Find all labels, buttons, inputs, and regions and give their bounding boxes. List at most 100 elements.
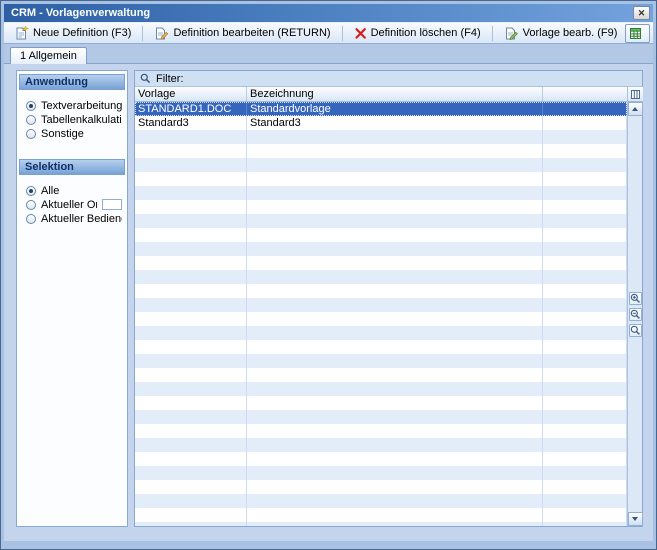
- radio-option[interactable]: Aktueller Ordner: [26, 198, 122, 211]
- radio-button-icon[interactable]: [26, 115, 36, 125]
- cell: [543, 452, 627, 466]
- radio-option[interactable]: Aktueller Bediener: [26, 212, 122, 225]
- grid-body: STANDARD1.DOCStandardvorlageStandard3Sta…: [135, 102, 627, 526]
- table-row-empty[interactable]: [135, 382, 627, 396]
- table-row-empty[interactable]: [135, 424, 627, 438]
- radio-button-icon[interactable]: [26, 214, 36, 224]
- zoom-out-button[interactable]: [629, 308, 642, 321]
- zoom-in-button[interactable]: [629, 292, 642, 305]
- table-row-empty[interactable]: [135, 466, 627, 480]
- cell: [135, 480, 247, 494]
- table-row-empty[interactable]: [135, 452, 627, 466]
- radio-button-icon[interactable]: [26, 129, 36, 139]
- table-row-empty[interactable]: [135, 340, 627, 354]
- close-icon: ✕: [638, 9, 646, 18]
- table-row-empty[interactable]: [135, 480, 627, 494]
- cell: [135, 382, 247, 396]
- column-chooser-button[interactable]: [628, 87, 643, 102]
- table-row-empty[interactable]: [135, 144, 627, 158]
- filter-label: Filter:: [156, 73, 184, 85]
- cell: [135, 172, 247, 186]
- table-row-empty[interactable]: [135, 200, 627, 214]
- radio-label: Sonstige: [41, 128, 84, 140]
- column-header-bezeichnung[interactable]: Bezeichnung: [247, 87, 543, 101]
- table-row[interactable]: STANDARD1.DOCStandardvorlage: [135, 102, 627, 116]
- table-row-empty[interactable]: [135, 494, 627, 508]
- table-row-empty[interactable]: [135, 326, 627, 340]
- group-header-anwendung: Anwendung: [19, 74, 125, 90]
- column-header-vorlage[interactable]: Vorlage: [135, 87, 247, 101]
- radio-option[interactable]: Textverarbeitung: [26, 99, 122, 112]
- cell: [135, 158, 247, 172]
- edit-definition-icon: [154, 26, 169, 41]
- cell: [135, 424, 247, 438]
- scrollbar-track[interactable]: [628, 116, 643, 512]
- anwendung-options: Textverarbeitung Tabellenkalkulation Sonst…: [19, 90, 125, 145]
- scroll-up-button[interactable]: [628, 102, 643, 116]
- radio-label: Aktueller Ordner: [41, 199, 97, 211]
- cell: [247, 284, 543, 298]
- crm-template-management-window: CRM - Vorlagenverwaltung ✕ Neue Definiti…: [0, 0, 657, 550]
- table-row-empty[interactable]: [135, 284, 627, 298]
- radio-option[interactable]: Sonstige: [26, 127, 122, 140]
- table-row-empty[interactable]: [135, 186, 627, 200]
- cell: [247, 242, 543, 256]
- cell: [247, 452, 543, 466]
- new-definition-icon: [14, 26, 29, 41]
- current-folder-field[interactable]: [102, 199, 122, 210]
- cell: [135, 508, 247, 522]
- scroll-down-button[interactable]: [628, 512, 643, 526]
- table-row-empty[interactable]: [135, 508, 627, 522]
- cell: [247, 312, 543, 326]
- table-row-empty[interactable]: [135, 256, 627, 270]
- cell: [247, 354, 543, 368]
- table-row-empty[interactable]: [135, 228, 627, 242]
- table-row-empty[interactable]: [135, 172, 627, 186]
- column-header-extra[interactable]: [543, 87, 627, 101]
- titlebar[interactable]: CRM - Vorlagenverwaltung ✕: [4, 4, 653, 22]
- radio-button-icon[interactable]: [26, 200, 36, 210]
- close-button[interactable]: ✕: [633, 6, 650, 20]
- cell: [247, 256, 543, 270]
- table-row-empty[interactable]: [135, 410, 627, 424]
- cell: [543, 382, 627, 396]
- table-row-empty[interactable]: [135, 438, 627, 452]
- table-row-empty[interactable]: [135, 396, 627, 410]
- spreadsheet-button[interactable]: [625, 24, 650, 43]
- cell: [247, 270, 543, 284]
- cell: [247, 410, 543, 424]
- cell: [543, 466, 627, 480]
- table-row-empty[interactable]: [135, 242, 627, 256]
- table-row-empty[interactable]: [135, 130, 627, 144]
- edit-definition-button[interactable]: Definition bearbeiten (RETURN): [148, 24, 336, 43]
- cell: [543, 396, 627, 410]
- find-button[interactable]: [629, 324, 642, 337]
- edit-template-button[interactable]: Vorlage bearb. (F9): [498, 24, 624, 43]
- cell: [543, 228, 627, 242]
- table-row-empty[interactable]: [135, 158, 627, 172]
- new-definition-button[interactable]: Neue Definition (F3): [8, 24, 137, 43]
- radio-option[interactable]: Tabellenkalkulation: [26, 113, 122, 126]
- table-row-empty[interactable]: [135, 312, 627, 326]
- cell: [135, 410, 247, 424]
- table-row-empty[interactable]: [135, 368, 627, 382]
- delete-definition-button[interactable]: Definition löschen (F4): [348, 24, 487, 43]
- table-row-empty[interactable]: [135, 522, 627, 526]
- grid-main: Vorlage Bezeichnung STANDARD1.DOCStandar…: [135, 87, 642, 526]
- radio-button-icon[interactable]: [26, 186, 36, 196]
- table-row[interactable]: Standard3Standard3: [135, 116, 627, 130]
- cell: [247, 158, 543, 172]
- radio-button-icon[interactable]: [26, 101, 36, 111]
- radio-label: Tabellenkalkulation: [41, 114, 122, 126]
- toolbar-button-label: Definition löschen (F4): [371, 27, 481, 39]
- filter-row[interactable]: Filter:: [135, 71, 642, 87]
- vertical-scrollbar[interactable]: [627, 87, 642, 526]
- cell: [247, 130, 543, 144]
- radio-label: Textverarbeitung: [41, 100, 122, 112]
- table-row-empty[interactable]: [135, 214, 627, 228]
- table-row-empty[interactable]: [135, 298, 627, 312]
- table-row-empty[interactable]: [135, 354, 627, 368]
- tab-allgemein[interactable]: 1 Allgemein: [10, 47, 87, 64]
- radio-option[interactable]: Alle: [26, 184, 122, 197]
- table-row-empty[interactable]: [135, 270, 627, 284]
